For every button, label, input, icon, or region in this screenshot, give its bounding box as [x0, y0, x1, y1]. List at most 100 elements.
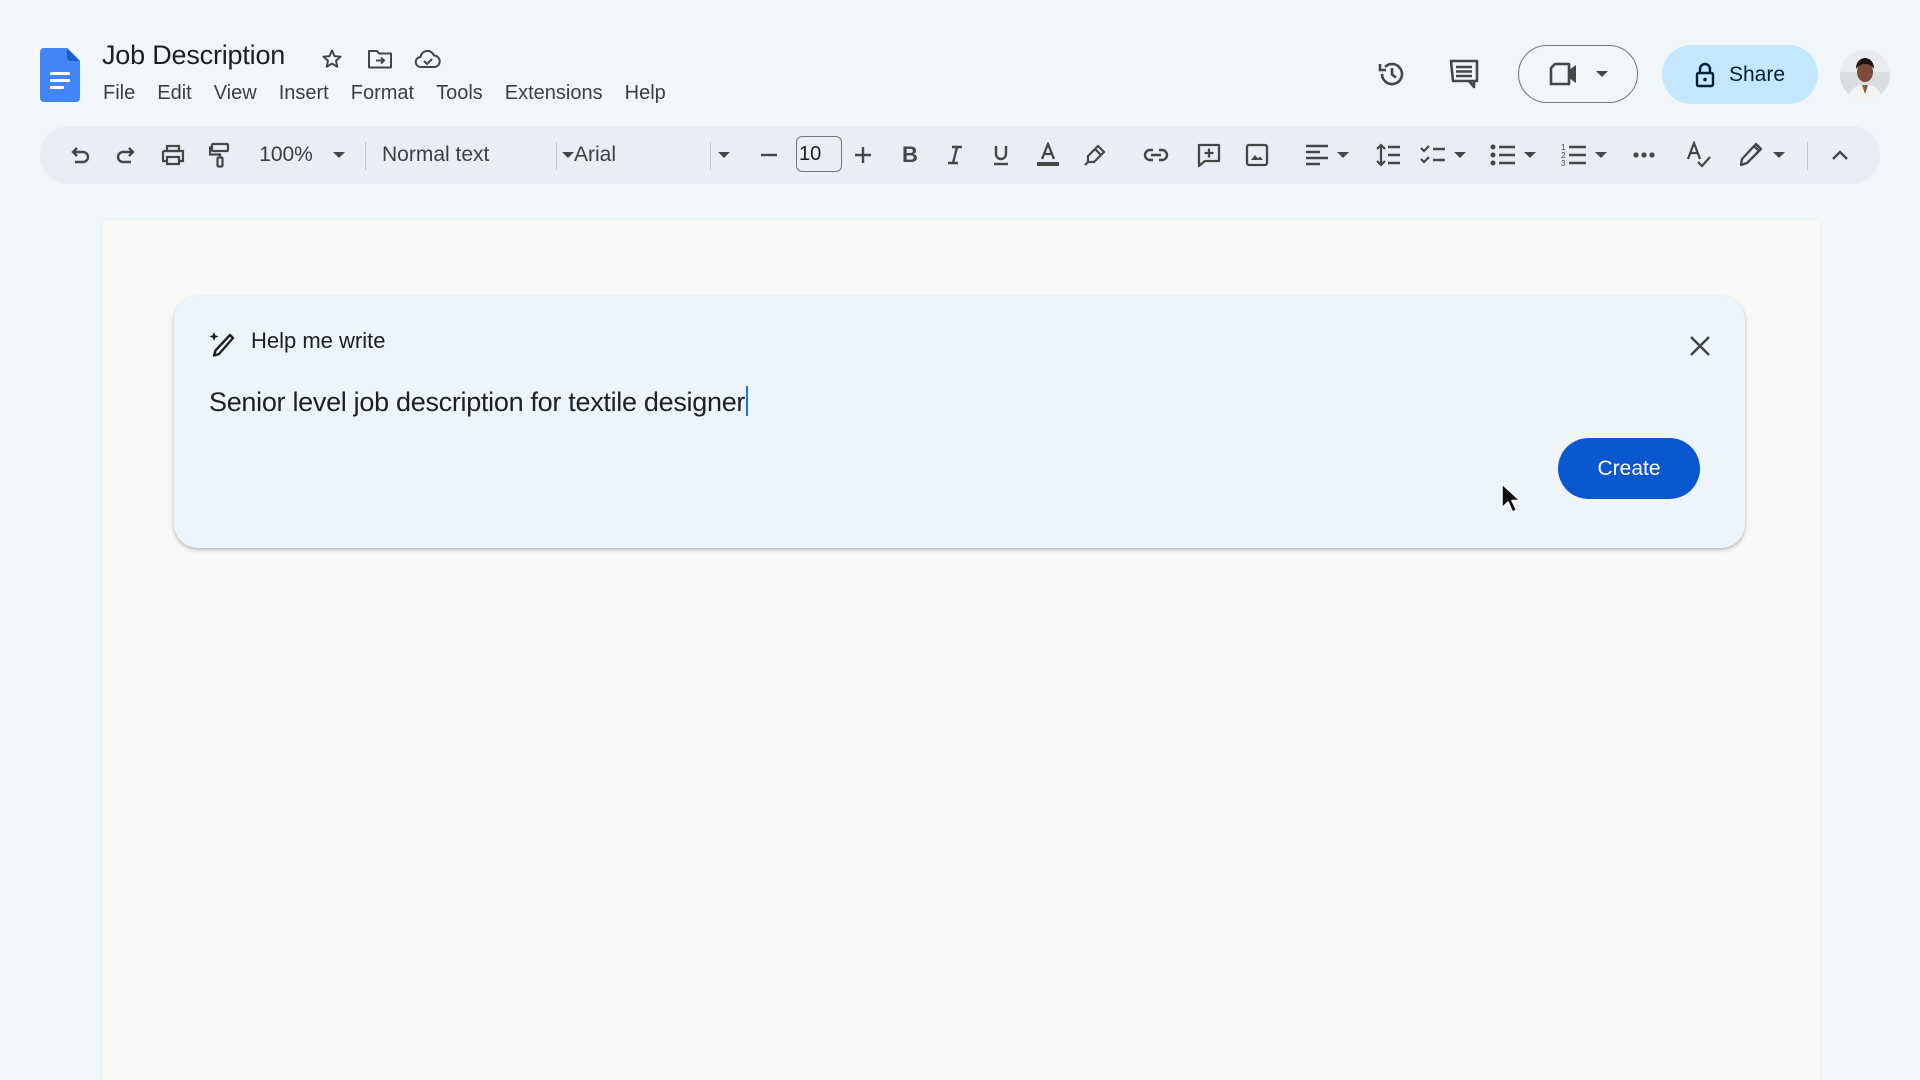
- chevron-down-icon: [1524, 152, 1536, 158]
- more-options-button[interactable]: [1625, 126, 1663, 184]
- close-icon: [1690, 336, 1710, 356]
- line-spacing-button[interactable]: [1370, 126, 1406, 184]
- comments-button[interactable]: [1442, 52, 1486, 96]
- prompt-text: Senior level job description for textile…: [209, 387, 746, 417]
- menu-file[interactable]: File: [92, 80, 146, 107]
- chevron-down-icon: [332, 152, 345, 158]
- user-avatar-icon: [1840, 50, 1890, 100]
- numbered-list-icon: 123: [1561, 143, 1586, 168]
- chevron-down-icon: [1454, 152, 1466, 158]
- underline-button[interactable]: [983, 126, 1019, 184]
- menu-edit[interactable]: Edit: [146, 80, 202, 107]
- lock-icon: [1695, 62, 1715, 87]
- underline-icon: [994, 146, 1008, 166]
- font-select[interactable]: Arial: [574, 126, 730, 184]
- print-icon: [161, 144, 185, 166]
- meet-button[interactable]: [1518, 45, 1638, 103]
- close-button[interactable]: [1682, 328, 1718, 364]
- insert-link-button[interactable]: [1137, 126, 1175, 184]
- font-size-input[interactable]: [796, 136, 842, 172]
- star-icon: [322, 49, 342, 68]
- zoom-select[interactable]: 100%: [254, 126, 350, 184]
- docs-logo[interactable]: [40, 48, 80, 102]
- menu-tools[interactable]: Tools: [425, 80, 494, 107]
- chevron-down-icon: [562, 152, 574, 158]
- checklist-icon: [1420, 145, 1445, 164]
- image-icon: [1245, 143, 1269, 167]
- redo-button[interactable]: [108, 126, 144, 184]
- align-left-icon: [1306, 144, 1328, 166]
- menu-insert[interactable]: Insert: [268, 80, 340, 107]
- bulleted-list-button[interactable]: [1486, 126, 1540, 184]
- toolbar-divider: [556, 142, 557, 170]
- add-comment-button[interactable]: [1190, 126, 1228, 184]
- chevron-down-icon: [1596, 71, 1608, 77]
- move-button[interactable]: [365, 44, 395, 74]
- paragraph-style-select[interactable]: Normal text: [382, 126, 574, 184]
- spellcheck-button[interactable]: [1680, 126, 1718, 184]
- bold-button[interactable]: B: [892, 126, 928, 184]
- magic-pen-icon: [209, 332, 235, 357]
- pencil-icon: [1739, 142, 1763, 167]
- text-color-icon: [1037, 142, 1059, 166]
- chevron-down-icon: [1773, 152, 1785, 158]
- create-button[interactable]: Create: [1558, 438, 1700, 499]
- menu-view[interactable]: View: [203, 80, 268, 107]
- chevron-up-icon: [1832, 150, 1848, 160]
- minus-icon: [761, 153, 777, 157]
- spellcheck-icon: [1686, 141, 1711, 168]
- prompt-input[interactable]: Senior level job description for textile…: [209, 386, 1509, 418]
- print-button[interactable]: [155, 126, 191, 184]
- move-to-folder-icon: [368, 50, 392, 69]
- italic-button[interactable]: [937, 126, 973, 184]
- chevron-down-icon: [1595, 152, 1607, 158]
- toolbar-divider: [365, 142, 366, 170]
- document-title[interactable]: Job Description: [102, 40, 285, 71]
- zoom-value: 100%: [259, 143, 313, 166]
- bold-icon: B: [902, 142, 918, 167]
- menu-format[interactable]: Format: [340, 80, 425, 107]
- svg-text:3: 3: [1561, 159, 1566, 168]
- text-caret: [746, 386, 749, 416]
- version-history-icon: [1378, 62, 1404, 86]
- font-value: Arial: [574, 143, 617, 166]
- video-camera-icon: [1549, 62, 1576, 86]
- decrease-font-size-button[interactable]: [754, 126, 784, 184]
- more-horizontal-icon: [1633, 152, 1655, 158]
- dialog-title: Help me write: [251, 328, 386, 353]
- editing-mode-button[interactable]: [1734, 126, 1790, 184]
- plus-icon: [855, 147, 871, 163]
- menu-bar: File Edit View Insert Format Tools Exten…: [92, 80, 677, 107]
- undo-button[interactable]: [62, 126, 98, 184]
- highlight-color-button[interactable]: [1077, 126, 1113, 184]
- document-status-button[interactable]: [413, 44, 443, 74]
- chevron-down-icon: [718, 152, 730, 158]
- bulleted-list-icon: [1490, 144, 1515, 166]
- checklist-button[interactable]: [1416, 126, 1470, 184]
- star-button[interactable]: [317, 44, 347, 74]
- menu-help[interactable]: Help: [614, 80, 677, 107]
- numbered-list-button[interactable]: 123: [1557, 126, 1611, 184]
- link-icon: [1143, 148, 1169, 162]
- share-button[interactable]: Share: [1662, 45, 1818, 104]
- menu-extensions[interactable]: Extensions: [494, 80, 614, 107]
- paint-format-button[interactable]: [202, 126, 238, 184]
- insert-image-button[interactable]: [1238, 126, 1276, 184]
- align-button[interactable]: [1302, 126, 1352, 184]
- text-color-button[interactable]: [1030, 126, 1066, 184]
- paint-format-icon: [209, 142, 230, 168]
- cloud-saved-icon: [414, 49, 441, 68]
- avatar[interactable]: [1840, 50, 1890, 100]
- docs-logo-icon: [40, 48, 80, 102]
- redo-icon: [116, 147, 135, 164]
- paragraph-style-value: Normal text: [382, 143, 490, 166]
- hide-menus-button[interactable]: [1822, 126, 1858, 184]
- mouse-pointer-icon: [1501, 483, 1521, 513]
- comments-icon: [1449, 59, 1479, 89]
- formatting-toolbar: 100% Normal text Arial B: [40, 126, 1880, 184]
- increase-font-size-button[interactable]: [848, 126, 878, 184]
- line-spacing-icon: [1376, 143, 1400, 167]
- highlighter-icon: [1084, 144, 1106, 166]
- version-history-button[interactable]: [1370, 52, 1414, 96]
- undo-icon: [71, 147, 90, 164]
